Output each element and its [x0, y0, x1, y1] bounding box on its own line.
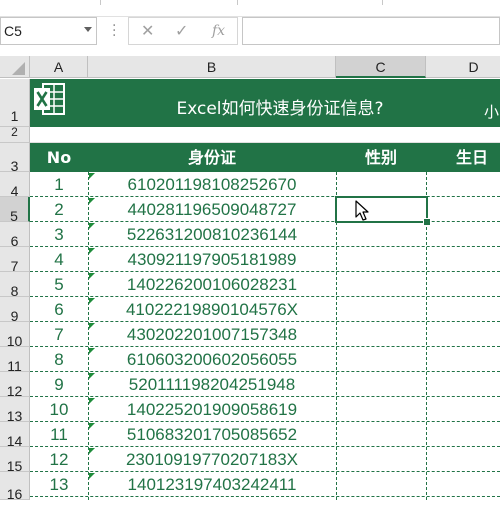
- column-header-a[interactable]: A: [30, 56, 88, 78]
- excel-logo-icon: [34, 83, 65, 115]
- row-header-9[interactable]: 9: [0, 297, 30, 324]
- ribbon-divider: [237, 0, 238, 5]
- column-header-b[interactable]: B: [88, 56, 336, 78]
- row-header-10[interactable]: 10: [0, 322, 30, 349]
- column-header-c[interactable]: C: [336, 56, 426, 78]
- selected-cell-c5[interactable]: [335, 196, 428, 223]
- row-header-4[interactable]: 4: [0, 172, 30, 199]
- ribbon-divider: [382, 0, 383, 5]
- column-divider: [88, 172, 89, 500]
- banner-author: 小: [484, 103, 500, 121]
- select-all-icon: [12, 62, 25, 75]
- row-header-11[interactable]: 11: [0, 347, 30, 374]
- row-header-14[interactable]: 14: [0, 422, 30, 449]
- row-header-6[interactable]: 6: [0, 222, 30, 249]
- banner-title: Excel如何快速身份证信息?: [176, 99, 384, 119]
- name-box-dropdown-icon[interactable]: [84, 27, 92, 32]
- row-header-5[interactable]: 5: [0, 197, 30, 224]
- row-header-2[interactable]: 2: [0, 126, 30, 143]
- header-gender: 性别: [364, 148, 397, 167]
- row-header-16[interactable]: 16: [0, 472, 30, 502]
- header-birthday: 生日: [456, 148, 489, 167]
- name-box-value: C5: [4, 23, 22, 39]
- insert-function-icon[interactable]: fx: [212, 23, 225, 39]
- mouse-pointer-icon: [355, 200, 369, 221]
- formula-input[interactable]: [242, 17, 500, 45]
- header-id-number: 身份证: [187, 148, 236, 167]
- row-header-8[interactable]: 8: [0, 272, 30, 299]
- fill-handle[interactable]: [423, 218, 431, 226]
- row-header-13[interactable]: 13: [0, 397, 30, 424]
- cancel-icon[interactable]: ✕: [141, 21, 154, 40]
- ribbon-divider: [100, 0, 101, 5]
- header-no: No: [46, 148, 72, 167]
- row-header-15[interactable]: 15: [0, 447, 30, 474]
- enter-icon[interactable]: ✓: [175, 21, 188, 40]
- ribbon-edge: [0, 0, 500, 17]
- row-header-3[interactable]: 3: [0, 143, 30, 174]
- spacer-row: [30, 127, 500, 143]
- column-header-d[interactable]: D: [426, 56, 500, 78]
- row-header-12[interactable]: 12: [0, 372, 30, 399]
- formula-bar-grip-icon: · · ·: [112, 18, 117, 44]
- row-header-7[interactable]: 7: [0, 247, 30, 274]
- row-header-1[interactable]: 1: [0, 79, 30, 127]
